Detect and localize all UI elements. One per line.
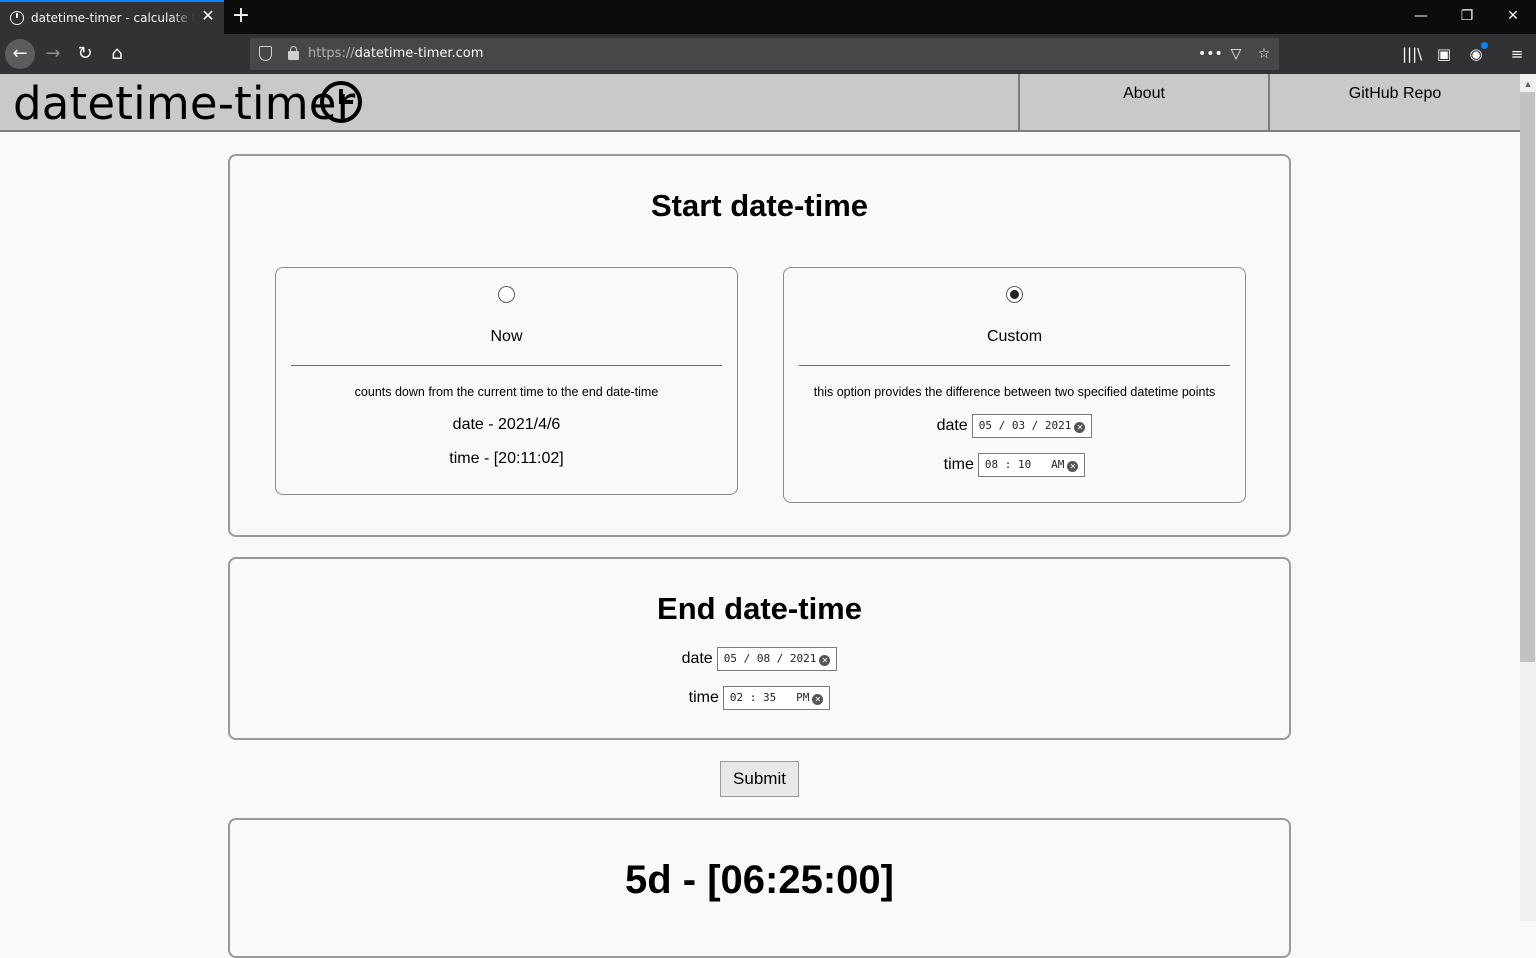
result-duration: 5d - [06:25:00] <box>625 858 894 902</box>
address-bar[interactable]: https://datetime-timer.com ••• ▽ ☆ <box>250 38 1279 70</box>
option-custom-label: Custom <box>986 328 1043 345</box>
current-date-text: date - 2021/4/6 <box>452 416 561 433</box>
new-tab-button[interactable]: + <box>230 4 252 28</box>
option-now-description: counts down from the current time to the… <box>354 385 659 399</box>
option-custom-description: this option provides the difference betw… <box>813 385 1216 399</box>
custom-time-value: 08 : 10 AM <box>984 458 1065 471</box>
tab-title: datetime-timer - calculate time <box>31 11 195 25</box>
browser-tab-strip: datetime-timer - calculate time ✕ + — ❐ … <box>0 0 1536 34</box>
library-icon[interactable]: |||\ <box>1402 44 1422 64</box>
pocket-icon[interactable]: ▽ <box>1226 44 1246 64</box>
site-favicon-icon <box>10 11 24 25</box>
custom-time-label: time <box>943 456 974 473</box>
end-time-input[interactable]: 02 : 35 PM ✕ <box>722 686 831 710</box>
account-notification-dot <box>1481 42 1488 49</box>
custom-time-input[interactable]: 08 : 10 AM ✕ <box>977 453 1086 477</box>
custom-date-label: date <box>936 417 968 434</box>
custom-date-input[interactable]: 05 / 03 / 2021 ✕ <box>971 414 1093 438</box>
window-close-button[interactable]: ✕ <box>1490 0 1536 34</box>
option-custom[interactable]: Custom this option provides the differen… <box>783 267 1246 503</box>
clear-time-icon[interactable]: ✕ <box>812 694 824 705</box>
site-header: datetime-timer About GitHub Repo <box>0 74 1520 132</box>
start-datetime-title: Start date-time <box>650 188 869 223</box>
end-datetime-title: End date-time <box>657 591 862 626</box>
current-time-text: time - [20:11:02] <box>449 450 564 467</box>
clock-minute-hand <box>339 100 353 104</box>
forward-button[interactable]: → <box>38 39 68 69</box>
end-date-row: date 05 / 08 / 2021 ✕ <box>230 647 1289 671</box>
end-date-label: date <box>681 650 713 667</box>
url-host: datetime-timer.com <box>354 46 484 61</box>
clock-icon <box>320 81 362 123</box>
end-datetime-card: End date-time date 05 / 08 / 2021 ✕ time 02… <box>228 557 1291 740</box>
window-minimize-button[interactable]: — <box>1398 0 1444 34</box>
page-actions-icon[interactable]: ••• <box>1198 44 1223 64</box>
url-text[interactable]: https://datetime-timer.com <box>308 46 483 61</box>
option-divider <box>291 365 722 366</box>
nav-link-about[interactable]: About <box>1018 74 1268 130</box>
submit-button[interactable]: Submit <box>720 761 799 797</box>
end-date-input[interactable]: 05 / 08 / 2021 ✕ <box>716 647 838 671</box>
browser-tab[interactable]: datetime-timer - calculate time ✕ <box>0 0 224 34</box>
sidebar-icon[interactable]: ▣ <box>1434 44 1454 64</box>
custom-date-row: date 05 / 03 / 2021 ✕ <box>784 414 1245 438</box>
end-time-label: time <box>688 689 719 706</box>
tracking-shield-icon[interactable] <box>259 46 272 61</box>
window-restore-button[interactable]: ❐ <box>1444 0 1490 34</box>
url-protocol: https:// <box>308 46 355 61</box>
radio-now[interactable] <box>498 286 515 303</box>
tab-close-icon[interactable]: ✕ <box>199 8 217 26</box>
nav-link-github[interactable]: GitHub Repo <box>1268 74 1520 130</box>
scrollbar-thumb[interactable] <box>1520 92 1535 662</box>
start-datetime-card: Start date-time Now counts down from the… <box>228 154 1291 537</box>
end-time-row: time 02 : 35 PM ✕ <box>230 686 1289 710</box>
lock-icon[interactable] <box>288 46 299 60</box>
home-button[interactable]: ⌂ <box>102 39 132 69</box>
scroll-up-arrow-icon[interactable]: ▲ <box>1522 78 1534 90</box>
clear-date-icon[interactable]: ✕ <box>1074 422 1086 433</box>
clear-date-icon[interactable]: ✕ <box>819 655 831 666</box>
option-now-label: Now <box>490 328 523 345</box>
back-button[interactable]: ← <box>5 39 35 69</box>
clear-time-icon[interactable]: ✕ <box>1067 461 1079 472</box>
option-now[interactable]: Now counts down from the current time to… <box>275 267 738 495</box>
reload-button[interactable]: ↻ <box>70 39 100 69</box>
custom-time-row: time 08 : 10 AM ✕ <box>784 453 1245 477</box>
option-divider <box>799 365 1230 366</box>
hamburger-menu-icon[interactable]: ≡ <box>1507 44 1527 64</box>
site-brand[interactable]: datetime-timer <box>13 77 355 130</box>
radio-custom[interactable] <box>1006 286 1023 303</box>
end-date-value: 05 / 08 / 2021 <box>723 652 817 665</box>
result-card: 5d - [06:25:00] <box>228 818 1291 958</box>
custom-date-value: 05 / 03 / 2021 <box>978 419 1072 432</box>
end-time-value: 02 : 35 PM <box>729 691 810 704</box>
bookmark-star-icon[interactable]: ☆ <box>1254 44 1274 64</box>
browser-toolbar: ← → ↻ ⌂ https://datetime-timer.com ••• ▽… <box>0 34 1536 74</box>
